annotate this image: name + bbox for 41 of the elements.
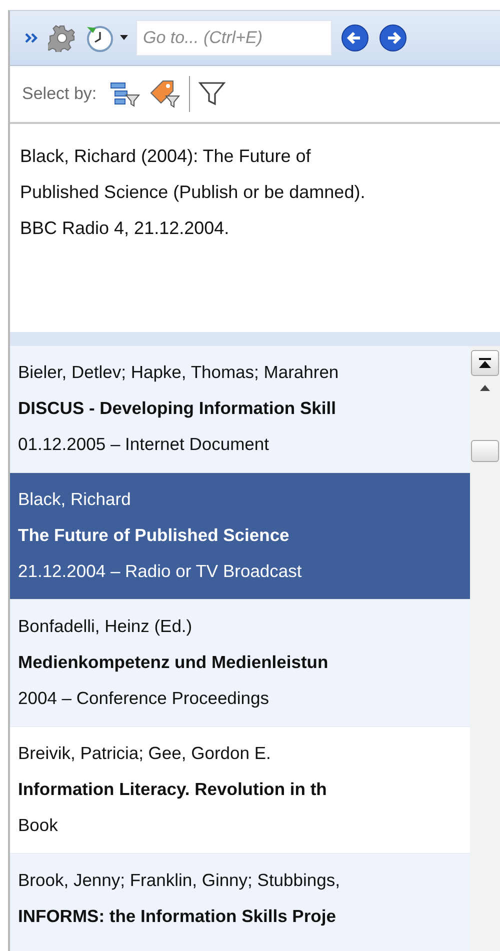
scroll-to-top-button[interactable] [471,350,499,376]
citation-preview[interactable]: Black, Richard (2004): The Future of Published Science (Publish or be damned). BBC Radio 4, 21.12.2004. [10,124,500,332]
reference-item[interactable]: Bonfadelli, Heinz (Ed.) Medienkompetenz und Medienleistun 2004 – Conference Proceedings [10,600,470,727]
scrollbar-thumb[interactable] [471,440,499,462]
settings-button[interactable] [48,24,76,52]
reference-details: 21.12.2004 – Radio or TV Broadcast [18,560,303,583]
reference-authors: Black, Richard [18,488,132,511]
expand-button[interactable] [24,31,40,45]
scroll-up-arrow-icon[interactable] [479,384,491,392]
filter-icon [198,80,226,108]
go-to-field[interactable]: Go to... (Ctrl+E) [136,20,332,56]
reference-title: Medienkompetenz und Medienleistun [18,651,330,674]
select-by-category-button[interactable] [108,80,141,108]
reference-authors: Bieler, Detlev; Hapke, Thomas; Marahren [18,361,340,384]
select-by-keyword-button[interactable] [148,79,181,109]
history-button[interactable] [84,23,128,53]
reference-item[interactable]: Black, Richard The Future of Published Science 21.12.2004 – Radio or TV Broadcast [10,473,470,600]
reference-title: INFORMS: the Information Skills Proje [18,905,337,928]
reference-title: The Future of Published Science [18,524,290,547]
settings-icon [48,24,76,52]
reference-details: Book [18,814,59,837]
reference-item[interactable]: Brook, Jenny; Franklin, Ginny; Stubbings, INFORMS: the Information Skills Proje [10,854,470,951]
dropdown-caret-icon [120,35,128,41]
reference-details: 01.12.2005 – Internet Document [18,433,270,456]
back-button[interactable] [340,23,370,53]
reference-title: Information Literacy. Revolution in th [18,778,328,801]
reference-title: DISCUS - Developing Information Skill [18,397,337,420]
filter-button[interactable] [198,80,226,108]
select-by-label: Select by: [22,84,97,104]
scroll-top-icon [478,357,492,369]
reference-details: 2004 – Conference Proceedings [18,687,270,710]
reference-authors: Brook, Jenny; Franklin, Ginny; Stubbings, [18,869,341,892]
scrollbar[interactable] [470,346,500,951]
list-filter-icon [108,80,141,108]
tag-filter-icon [148,79,181,109]
reference-authors: Breivik, Patricia; Gee, Gordon E. [18,742,272,765]
reference-authors: Bonfadelli, Heinz (Ed.) [18,615,194,638]
clock-icon [84,23,116,53]
forward-button[interactable] [378,23,408,53]
double-chevron-icon [24,31,40,45]
reference-item[interactable]: Bieler, Detlev; Hapke, Thomas; Marahren DISCUS - Developing Information Skill 01.12.2005 – Internet Document [10,346,470,473]
